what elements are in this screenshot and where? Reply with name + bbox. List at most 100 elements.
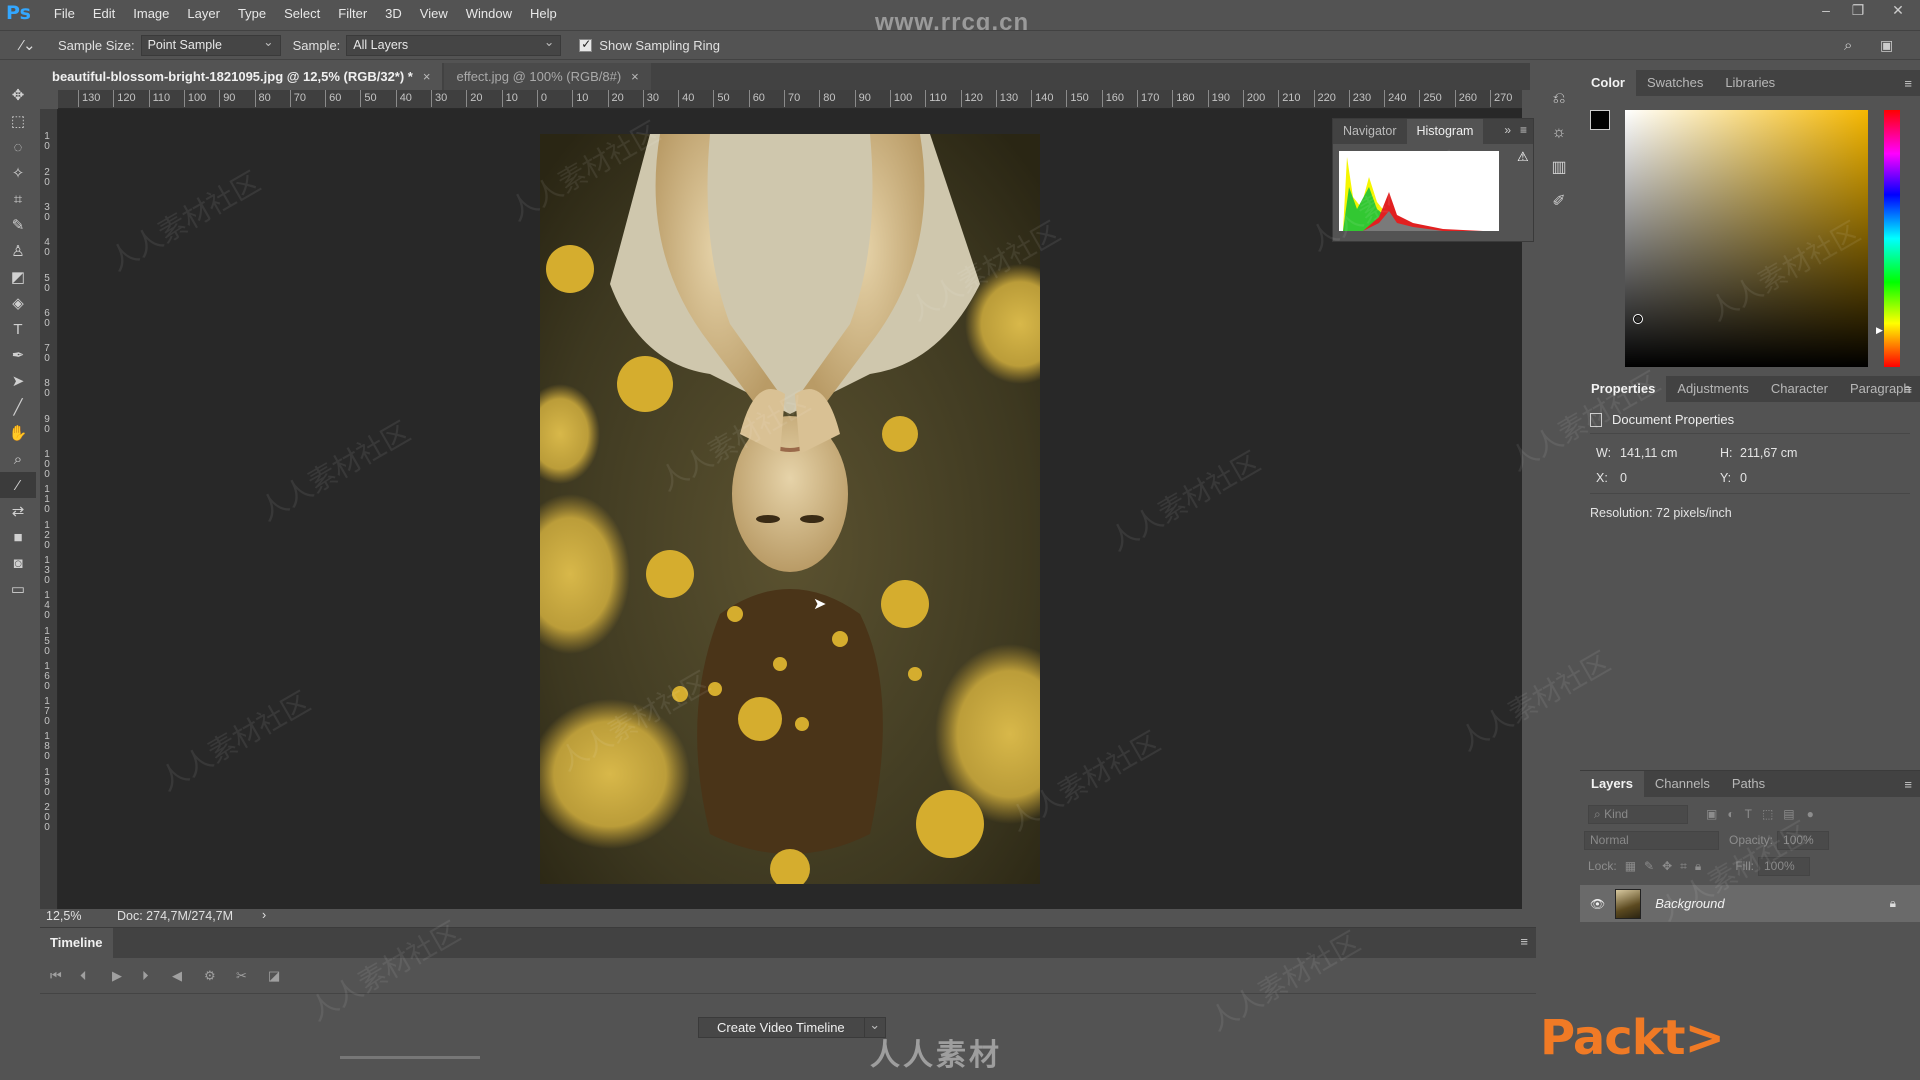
menu-select[interactable]: Select — [275, 6, 329, 21]
menu-view[interactable]: View — [411, 6, 457, 21]
menu-filter[interactable]: Filter — [329, 6, 376, 21]
lock-all-icon[interactable]: 🔒︎ — [1695, 859, 1701, 874]
first-frame-icon[interactable]: ⏮ — [50, 968, 62, 984]
tab-color[interactable]: Color — [1580, 70, 1636, 96]
collapse-icon[interactable]: » — [1504, 123, 1511, 137]
tab-adjustments[interactable]: Adjustments — [1666, 376, 1760, 402]
lock-artboard-icon[interactable]: ⌗ — [1680, 859, 1687, 874]
minimize-button[interactable]: – — [1814, 2, 1838, 18]
play-icon[interactable]: ▶ — [112, 968, 122, 984]
workspace-icon[interactable]: ▣ — [1880, 37, 1893, 54]
layer-thumbnail[interactable] — [1615, 888, 1642, 919]
path-selection-tool-icon[interactable]: ➤ — [0, 368, 36, 394]
show-sampling-ring-checkbox[interactable] — [579, 37, 593, 52]
type-tool-icon[interactable]: T — [0, 316, 36, 342]
filter-smart-object-icon[interactable]: ▤ — [1783, 807, 1794, 821]
close-tab-icon[interactable]: × — [423, 69, 431, 84]
x-value[interactable]: 0 — [1620, 471, 1627, 485]
filter-shape-icon[interactable]: ⬚ — [1762, 807, 1773, 821]
filter-pixel-icon[interactable]: ▣ — [1706, 807, 1717, 821]
screen-mode-tool-icon[interactable]: ▭ — [0, 576, 36, 602]
tab-swatches[interactable]: Swatches — [1636, 70, 1714, 96]
pen-tool-icon[interactable]: ✒ — [0, 342, 36, 368]
visibility-eye-icon[interactable]: 👁︎ — [1590, 897, 1605, 911]
hand-tool-icon[interactable]: ✋ — [0, 420, 36, 446]
lock-position-icon[interactable]: ✥ — [1662, 859, 1672, 873]
histogram-icon[interactable]: ▥ — [1542, 150, 1576, 184]
status-menu-arrow-icon[interactable]: › — [262, 908, 266, 922]
timeline-zoom-slider[interactable] — [340, 1056, 480, 1059]
filter-adjustment-icon[interactable]: ◐ — [1727, 807, 1734, 821]
menu-window[interactable]: Window — [457, 6, 521, 21]
zoom-tool-icon[interactable]: ⌕ — [0, 446, 36, 472]
menu-3d[interactable]: 3D — [376, 6, 411, 21]
close-window-button[interactable]: ✕ — [1886, 2, 1910, 19]
hue-slider[interactable] — [1884, 110, 1900, 367]
tab-channels[interactable]: Channels — [1644, 771, 1721, 797]
color-picker-field[interactable] — [1625, 110, 1868, 367]
y-value[interactable]: 0 — [1740, 471, 1747, 485]
width-value[interactable]: 141,11 cm — [1620, 446, 1677, 460]
swap-colors-tool-icon[interactable]: ⇄ — [0, 498, 36, 524]
layer-row-background[interactable]: 👁︎ Background 🔒︎ — [1580, 885, 1920, 922]
crop-tool-icon[interactable]: ⌗ — [0, 186, 36, 212]
tab-properties[interactable]: Properties — [1580, 376, 1667, 402]
previous-frame-icon[interactable]: ⏴ — [80, 968, 87, 984]
doc-tab-effect[interactable]: effect.jpg @ 100% (RGB/8#) × — [444, 63, 651, 90]
horizontal-ruler[interactable]: 130 120 110 100 90 80 70 60 50 40 30 20 10 0 10 20 30 40 5… — [58, 90, 1522, 109]
tab-character[interactable]: Character — [1760, 376, 1839, 402]
sample-select[interactable]: All Layers — [346, 33, 562, 56]
fill-input[interactable]: 100% — [1757, 856, 1810, 876]
line-tool-icon[interactable]: ╱ — [0, 394, 36, 420]
brush-settings-icon[interactable]: ✐ — [1542, 184, 1576, 218]
panel-menu-icon[interactable]: ≡ — [1520, 934, 1528, 949]
tab-paths[interactable]: Paths — [1721, 771, 1776, 797]
foreground-color-swatch[interactable] — [1590, 110, 1610, 130]
tab-histogram[interactable]: Histogram — [1406, 119, 1484, 144]
zoom-level[interactable]: 12,5% — [46, 909, 81, 923]
menu-help[interactable]: Help — [521, 6, 566, 21]
hue-slider-marker-icon[interactable]: ▶ — [1876, 325, 1883, 336]
next-frame-icon[interactable]: ⏵ — [142, 968, 149, 984]
tab-layers[interactable]: Layers — [1580, 771, 1644, 797]
timeline-title[interactable]: Timeline — [40, 928, 113, 958]
document-image[interactable] — [540, 134, 1040, 884]
warning-icon[interactable]: ⚠ — [1517, 149, 1529, 165]
quick-mask-tool-icon[interactable]: ◙ — [0, 550, 36, 576]
menu-type[interactable]: Type — [229, 6, 275, 21]
eyedropper-preset-icon[interactable]: ⁄⌄ — [10, 36, 46, 54]
eyedropper-tool-icon[interactable]: ⁄ — [0, 472, 36, 498]
panel-menu-icon[interactable]: ≡ — [1904, 76, 1912, 91]
opacity-input[interactable]: 100% — [1777, 830, 1830, 850]
vertical-ruler[interactable]: 0102030405060708090100110120130140150160… — [40, 109, 58, 909]
tab-navigator[interactable]: Navigator — [1333, 119, 1407, 144]
panel-menu-icon[interactable]: ≡ — [1520, 123, 1527, 137]
doc-tab-blossom[interactable]: beautiful-blossom-bright-1821095.jpg @ 1… — [40, 63, 443, 90]
layer-name[interactable]: Background — [1655, 896, 1724, 911]
height-value[interactable]: 211,67 cm — [1740, 446, 1797, 460]
marquee-tool-icon[interactable]: ⬚ — [0, 108, 36, 134]
menu-image[interactable]: Image — [124, 6, 178, 21]
layer-kind-filter[interactable]: ⌕ Kind — [1588, 804, 1688, 824]
adjustments-icon[interactable]: ☼ — [1542, 116, 1576, 150]
menu-layer[interactable]: Layer — [178, 6, 229, 21]
clone-stamp-tool-icon[interactable]: ♙ — [0, 238, 36, 264]
history-icon[interactable]: ⎌ — [1542, 82, 1576, 116]
color-swatches-icon[interactable]: ■ — [0, 524, 36, 550]
panel-menu-icon[interactable]: ≡ — [1904, 382, 1912, 397]
close-tab-icon[interactable]: × — [631, 69, 639, 84]
blend-mode-select[interactable]: Normal — [1584, 830, 1719, 850]
menu-file[interactable]: File — [45, 6, 84, 21]
color-picker-handle[interactable] — [1633, 314, 1643, 324]
split-scissors-icon[interactable]: ✂ — [236, 968, 247, 984]
panel-menu-icon[interactable]: ≡ — [1904, 777, 1912, 792]
menu-edit[interactable]: Edit — [84, 6, 124, 21]
canvas-area[interactable]: ➤ — [58, 109, 1522, 909]
create-video-timeline-button[interactable]: Create Video Timeline — [698, 1017, 886, 1038]
lock-transparent-icon[interactable]: ▦ — [1625, 859, 1636, 873]
sample-size-select[interactable]: Point Sample — [140, 33, 281, 56]
filter-toggle-icon[interactable]: ● — [1807, 807, 1814, 821]
filter-type-icon[interactable]: T — [1745, 807, 1752, 821]
move-tool-icon[interactable]: ✥ — [0, 82, 36, 108]
search-icon[interactable]: ⌕ — [1844, 37, 1852, 54]
